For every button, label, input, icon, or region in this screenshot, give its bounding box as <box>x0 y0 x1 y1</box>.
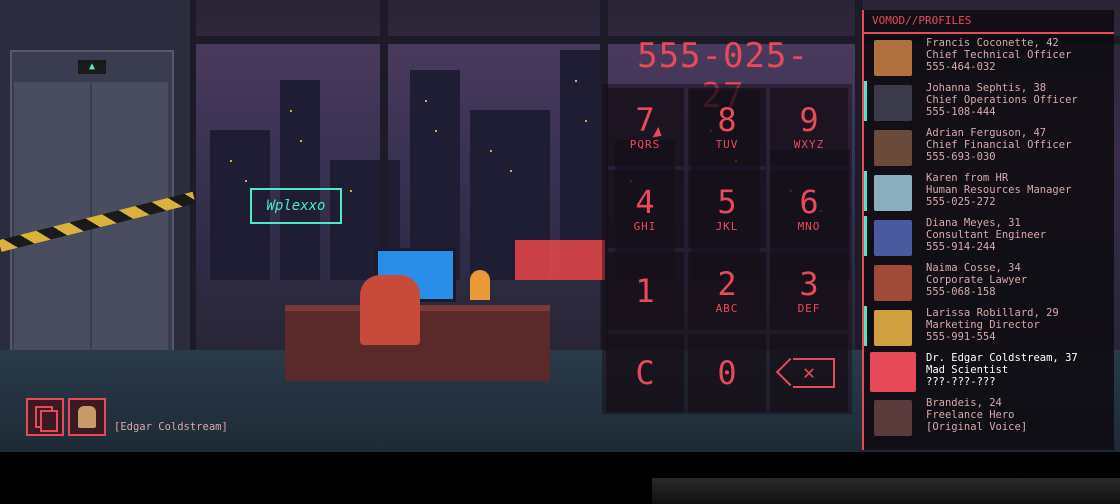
key-digit: 4 <box>635 182 655 221</box>
profile-role: Mad Scientist <box>926 364 1009 376</box>
profile-avatar <box>874 40 912 76</box>
elevator-indicator: ▲ <box>78 60 106 74</box>
phonebook-button[interactable] <box>26 398 64 436</box>
key-0[interactable]: 0 <box>688 334 766 412</box>
profile-name: Larissa Robillard, 29 <box>926 307 1059 319</box>
key-letters: MNO <box>797 219 821 233</box>
profile-number: ???-???-??? <box>926 376 996 388</box>
profile-name: Dr. Edgar Coldstream, 37 <box>926 352 1078 364</box>
profile-item[interactable]: Naima Cosse, 34 Corporate Lawyer 555-068-1… <box>864 259 1114 304</box>
profile-avatar <box>874 265 912 301</box>
profile-role: Consultant Engineer <box>926 229 1047 241</box>
key-5[interactable]: 5 JKL <box>688 170 766 248</box>
character-sprite <box>360 275 420 345</box>
profile-number: 555-068-158 <box>926 286 996 298</box>
profile-role: Human Resources Manager <box>926 184 1072 196</box>
neon-sign: Wplexxo <box>250 188 342 224</box>
key-letters: TUV <box>715 137 739 151</box>
profile-item[interactable]: Adrian Ferguson, 47 Chief Financial Offic… <box>864 124 1114 169</box>
profile-role: Marketing Director <box>926 319 1040 331</box>
key-digit: C <box>635 354 655 392</box>
character-name-label: [Edgar Coldstream] <box>114 421 228 433</box>
profile-number: 555-693-030 <box>926 151 996 163</box>
key-letters: WXYZ <box>793 137 825 151</box>
key-letters: DEF <box>797 301 821 315</box>
profile-item[interactable]: Brandeis, 24 Freelance Hero [Original Voic… <box>864 394 1114 439</box>
profile-name: Karen from HR <box>926 172 1009 184</box>
profile-number: 555-464-032 <box>926 61 996 73</box>
profile-item[interactable]: Francis Coconette, 42 Chief Technical Off… <box>864 34 1114 79</box>
profile-item[interactable]: Johanna Sephtis, 38 Chief Operations Offi… <box>864 79 1114 124</box>
profile-name: Francis Coconette, 42 <box>926 37 1059 49</box>
profile-name: Diana Meyes, 31 <box>926 217 1021 229</box>
profile-accent-bar <box>864 216 867 256</box>
key-digit: 8 <box>717 100 737 139</box>
profile-avatar <box>874 310 912 346</box>
thumbnail-strip <box>652 478 1120 504</box>
profile-avatar <box>874 400 912 436</box>
profile-role: Chief Financial Officer <box>926 139 1072 151</box>
key-digit: 2 <box>717 264 737 303</box>
character-hud: [Edgar Coldstream] <box>26 398 228 436</box>
profile-number: 555-108-444 <box>926 106 996 118</box>
profile-name: Brandeis, 24 <box>926 397 1002 409</box>
key-digit: 1 <box>635 272 655 310</box>
red-neon-sign <box>515 240 605 280</box>
profile-accent-bar <box>864 81 867 121</box>
key-9[interactable]: 9 WXYZ <box>770 88 848 166</box>
backspace-key[interactable]: ✕ <box>770 334 848 412</box>
profile-item[interactable]: Larissa Robillard, 29 Marketing Director 5… <box>864 304 1114 349</box>
character-portrait-button[interactable] <box>68 398 106 436</box>
key-digit: 0 <box>717 354 737 392</box>
profile-name: Johanna Sephtis, 38 <box>926 82 1047 94</box>
profile-role: Chief Technical Officer <box>926 49 1072 61</box>
key-8[interactable]: 8 TUV <box>688 88 766 166</box>
key-digit: 9 <box>799 100 819 139</box>
key-digit: 7 <box>635 100 655 139</box>
profile-name: Adrian Ferguson, 47 <box>926 127 1047 139</box>
key-letters: GHI <box>633 219 657 233</box>
profile-accent-bar <box>864 171 867 211</box>
profile-name: Naima Cosse, 34 <box>926 262 1021 274</box>
key-digit: 6 <box>799 182 819 221</box>
key-letters: ABC <box>715 301 739 315</box>
profile-avatar <box>874 85 912 121</box>
backspace-icon: ✕ <box>793 358 835 388</box>
key-digit: 3 <box>799 264 819 303</box>
key-clear[interactable]: C <box>606 334 684 412</box>
profile-item[interactable]: Karen from HR Human Resources Manager 555-… <box>864 169 1114 214</box>
profile-number: [Original Voice] <box>926 421 1028 433</box>
key-digit: 5 <box>717 182 737 221</box>
key-2[interactable]: 2 ABC <box>688 252 766 330</box>
profile-item[interactable]: Diana Meyes, 31 Consultant Engineer 555-91… <box>864 214 1114 259</box>
profile-avatar <box>874 175 912 211</box>
key-6[interactable]: 6 MNO <box>770 170 848 248</box>
key-1[interactable]: 1 <box>606 252 684 330</box>
character-portrait-icon <box>78 406 96 428</box>
flower-vase <box>470 270 490 300</box>
key-7[interactable]: 7 PQRS <box>606 88 684 166</box>
key-letters: JKL <box>715 219 739 233</box>
phone-keypad: 7 PQRS 8 TUV 9 WXYZ 4 GHI 5 JKL 6 MNO 1 2 ABC 3 DEF C 0 ✕ <box>602 84 852 414</box>
profile-role: Freelance Hero <box>926 409 1015 421</box>
profile-item[interactable]: Dr. Edgar Coldstream, 37 Mad Scientist???… <box>864 349 1114 394</box>
profile-accent-bar <box>864 306 867 346</box>
profile-role: Corporate Lawyer <box>926 274 1028 286</box>
key-3[interactable]: 3 DEF <box>770 252 848 330</box>
profile-number: 555-025-272 <box>926 196 996 208</box>
profile-avatar <box>870 352 916 392</box>
profile-avatar <box>874 130 912 166</box>
profile-number: 555-991-554 <box>926 331 996 343</box>
profiles-panel: VOMOD//PROFILES Francis Coconette, 42 Chi… <box>862 10 1114 450</box>
profile-avatar <box>874 220 912 256</box>
profile-number: 555-914-244 <box>926 241 996 253</box>
key-4[interactable]: 4 GHI <box>606 170 684 248</box>
profile-list: Francis Coconette, 42 Chief Technical Off… <box>864 34 1114 439</box>
profiles-title: VOMOD//PROFILES <box>864 10 1114 34</box>
profile-role: Chief Operations Officer <box>926 94 1078 106</box>
